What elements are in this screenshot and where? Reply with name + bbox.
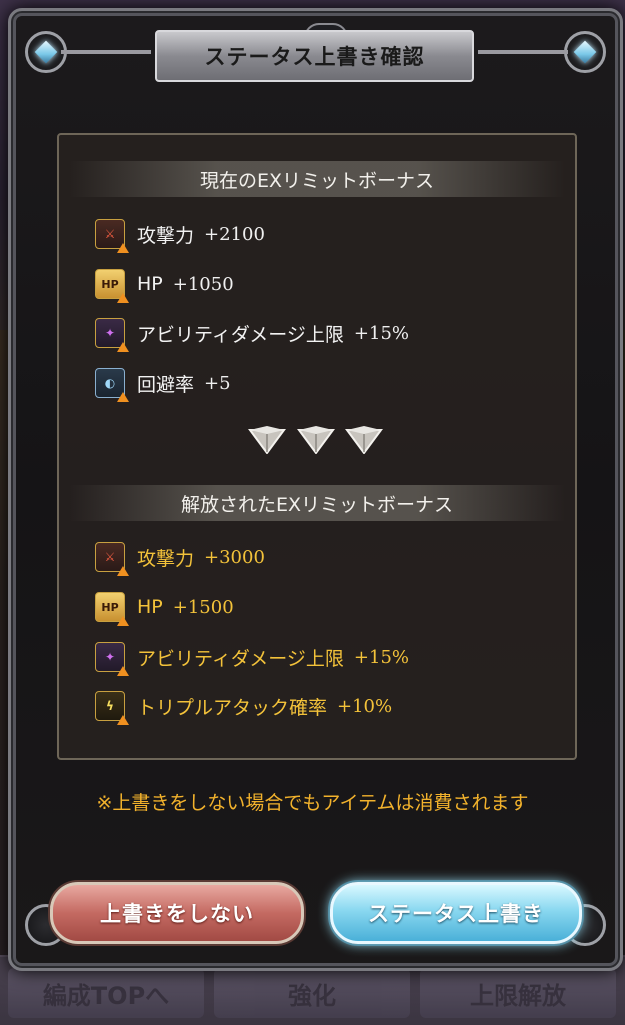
diamond-arrow-icon: [248, 426, 286, 454]
nav-party-top-button: 編成TOPへ: [8, 968, 204, 1018]
overwrite-status-button[interactable]: ステータス上書き: [330, 882, 582, 944]
released-bonus-row: HP HP +1500: [95, 590, 234, 626]
bonus-name: アビリティダメージ上限: [137, 647, 344, 670]
bonus-value: +15%: [353, 322, 410, 344]
ability-damage-icon: ✦: [95, 318, 129, 352]
current-bonus-heading: 現在のEXリミットボーナス: [69, 161, 565, 197]
attack-icon: ⚔: [95, 219, 129, 253]
bonus-value: +15%: [353, 646, 410, 668]
released-bonus-row: ϟ トリプルアタック確率 +10%: [95, 689, 393, 725]
released-bonus-heading: 解放されたEXリミットボーナス: [69, 485, 565, 521]
diamond-arrow-icon: [345, 426, 383, 454]
current-bonus-row: ✦ アビリティダメージ上限 +15%: [95, 316, 410, 352]
bonus-value: +10%: [337, 695, 393, 717]
dialog-title: ステータス上書き確認: [61, 30, 568, 82]
nav-enhance-button: 強化: [214, 968, 410, 1018]
bonus-name: HP: [137, 273, 163, 295]
do-not-overwrite-button[interactable]: 上書きをしない: [50, 882, 304, 944]
evasion-icon: ◐: [95, 368, 129, 402]
crystal-icon: [573, 40, 597, 64]
item-consumed-notice: ※上書きをしない場合でもアイテムは消費されます: [96, 792, 529, 814]
diamond-arrow-icon: [296, 426, 335, 454]
nav-limit-break-button: 上限解放: [420, 968, 616, 1018]
attack-icon: ⚔: [95, 542, 129, 576]
bonus-value: +1050: [172, 273, 234, 295]
bonus-name: 回避率: [137, 373, 195, 396]
current-bonus-row: ⚔ 攻撃力 +2100: [95, 217, 265, 253]
bonus-name: 攻撃力: [137, 224, 195, 247]
bonus-value: +3000: [204, 546, 265, 568]
current-bonus-row: HP HP +1050: [95, 267, 234, 303]
bonus-value: +1500: [172, 596, 234, 618]
arrow-down-indicator: [248, 424, 383, 458]
released-bonus-row: ✦ アビリティダメージ上限 +15%: [95, 640, 410, 676]
bonus-value: +5: [204, 372, 231, 394]
hp-icon: HP: [95, 592, 129, 626]
crystal-icon: [34, 40, 58, 64]
bonus-name: トリプルアタック確率: [137, 696, 328, 719]
ability-damage-icon: ✦: [95, 642, 129, 676]
bonus-name: 攻撃力: [137, 547, 195, 570]
bonus-name: HP: [137, 596, 163, 618]
bonus-name: アビリティダメージ上限: [137, 323, 344, 346]
frame-corner-right: [564, 31, 606, 73]
bonus-value: +2100: [204, 223, 265, 245]
hp-icon: HP: [95, 269, 129, 303]
released-bonus-row: ⚔ 攻撃力 +3000: [95, 540, 265, 576]
triple-attack-icon: ϟ: [95, 691, 129, 725]
current-bonus-row: ◐ 回避率 +5: [95, 366, 231, 402]
